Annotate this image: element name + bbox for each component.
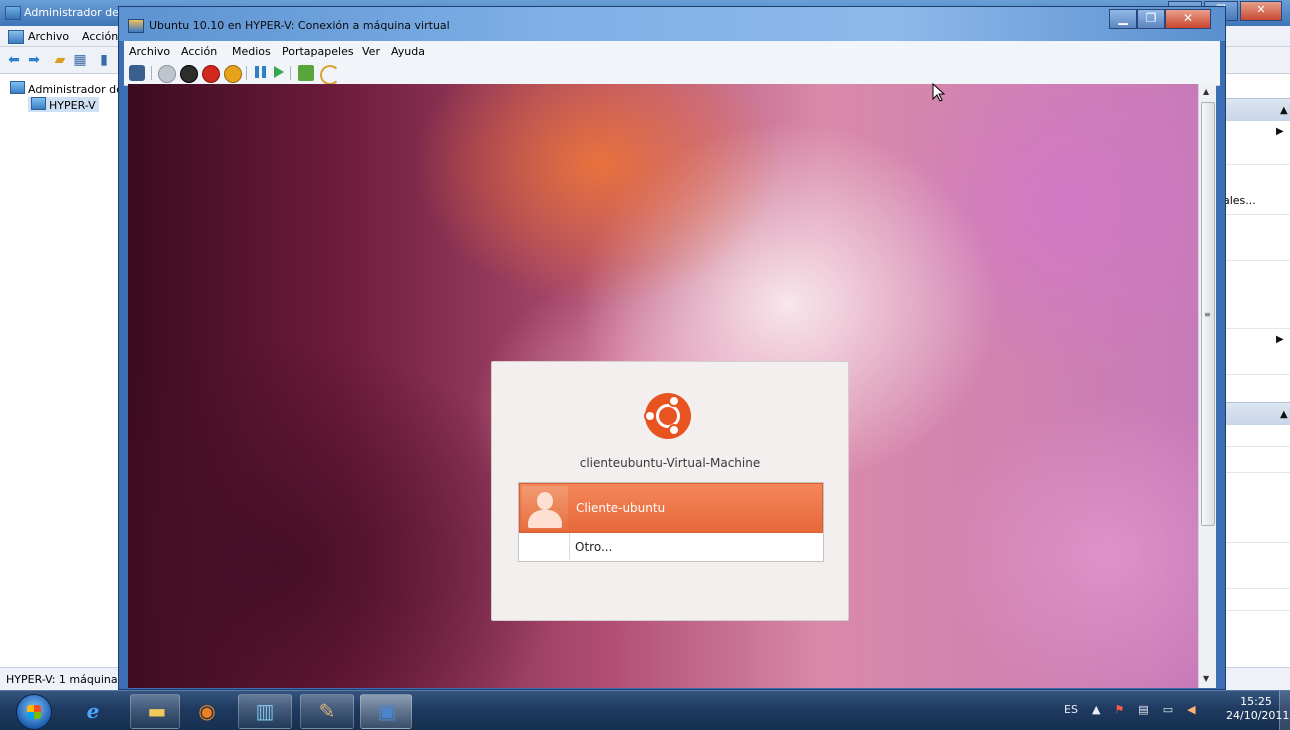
start-button[interactable] [16,694,52,730]
save-state-icon[interactable] [224,65,242,83]
taskbar-paint[interactable]: ✎ [300,694,354,729]
forward-arrow-icon[interactable]: ➡ [26,52,42,68]
vm-window-title: Ubuntu 10.10 en HYPER-V: Conexión a máqu… [149,19,450,32]
vm-menu-file[interactable]: Archivo [129,45,170,58]
volume-icon[interactable]: ◀ [1187,703,1195,719]
snapshot-icon[interactable] [298,65,314,81]
collapse-up-icon[interactable]: ▲ [1280,105,1288,116]
vm-menu-clipboard[interactable]: Portapapeles [282,45,354,58]
paint-icon: ✎ [318,699,336,723]
vm-connection-window: Ubuntu 10.10 en HYPER-V: Conexión a máqu… [118,6,1226,690]
scroll-down-icon[interactable]: ▼ [1203,674,1209,683]
network-icon[interactable]: ▤ [1138,703,1148,719]
console-tree: Administrador de Hyper-V HYPER-V [0,75,170,665]
start-icon[interactable] [158,65,176,83]
vm-connection-taskbar-icon: ▣ [377,699,397,723]
language-indicator[interactable]: ES [1064,703,1078,719]
help-icon[interactable]: ▮ [96,52,112,68]
login-panel: clienteubuntu-Virtual-Machine Cliente-ub… [491,361,849,621]
other-user-label: Otro... [575,540,613,554]
turn-off-icon[interactable] [180,65,198,83]
server-manager-icon: ▥ [255,699,275,723]
internet-explorer-icon: e [86,699,100,723]
up-folder-icon[interactable]: ▰ [52,52,68,68]
user-row-other[interactable]: Otro... [519,533,823,561]
scroll-up-icon[interactable]: ▲ [1203,87,1209,96]
pause-icon[interactable] [255,66,259,78]
clock-date: 24/10/2011 [1226,709,1290,722]
shut-down-icon[interactable] [202,65,220,83]
tree-server-label: HYPER-V [49,99,96,112]
action-center-icon[interactable]: ⚑ [1114,703,1124,719]
ubuntu-logo-icon [644,393,691,439]
show-hide-tree-icon[interactable]: ▦ [72,52,88,68]
server-icon [31,97,46,110]
media-player-icon: ◉ [198,699,216,723]
vm-desktop[interactable]: clienteubuntu-Virtual-Machine Cliente-ub… [128,84,1198,688]
mmc-close-button[interactable]: ✕ [1240,1,1282,21]
hyperv-manager-tree-icon [10,81,25,94]
revert-icon[interactable] [320,65,340,85]
vm-toolbar [124,61,1220,86]
system-tray: ES ▲ ⚑ ▤ ▭ ◀ [1064,703,1210,719]
taskbar-explorer[interactable]: ▬ [130,694,180,729]
taskbar-hyperv-manager[interactable]: ▥ [238,694,292,729]
ctrl-alt-del-icon[interactable] [129,65,145,81]
vm-vertical-scrollbar[interactable]: ▲ ≡ ▼ [1198,84,1216,688]
mmc-menu-action[interactable]: Acción [82,30,118,43]
user-avatar-icon [522,486,568,530]
mouse-cursor-icon [932,83,946,102]
user-name-label: Cliente-ubuntu [576,501,666,515]
user-row-cliente-ubuntu[interactable]: Cliente-ubuntu [519,483,823,533]
vm-maximize-button[interactable]: ❐ [1137,9,1165,29]
display-icon[interactable]: ▭ [1163,703,1173,719]
vm-menu-media[interactable]: Medios [232,45,271,58]
taskbar-vm-connection[interactable]: ▣ [360,694,412,729]
windows-logo-icon [27,705,41,719]
clock-time: 15:25 [1240,695,1272,708]
tree-item-hyperv-server[interactable]: HYPER-V [28,97,99,112]
vm-menu-view[interactable]: Ver [362,45,380,58]
submenu-arrow-icon-2[interactable]: ▶ [1276,334,1284,345]
vm-connection-icon [128,19,144,33]
taskbar-clock[interactable]: 15:25 24/10/2011 [1226,695,1290,723]
windows-taskbar: e ▬ ◉ ▥ ✎ ▣ ES ▲ ⚑ ▤ ▭ ◀ 15:25 24/10/201… [0,690,1290,730]
vm-menu-bar: Archivo Acción Medios Portapapeles Ver A… [124,41,1220,61]
hyperv-manager-icon [5,6,21,20]
collapse-up-icon-2[interactable]: ▲ [1280,409,1288,420]
show-desktop-button[interactable] [1279,691,1290,730]
submenu-arrow-icon[interactable]: ▶ [1276,126,1284,137]
machine-hostname: clienteubuntu-Virtual-Machine [579,456,761,470]
vm-close-button[interactable]: ✕ [1165,9,1211,29]
user-list: Cliente-ubuntu Otro... [518,482,824,562]
vm-minimize-button[interactable]: ▁ [1109,9,1137,29]
resume-icon[interactable] [274,66,284,78]
taskbar-media-player[interactable]: ◉ [180,694,230,729]
vm-title-bar[interactable]: Ubuntu 10.10 en HYPER-V: Conexión a máqu… [119,7,1225,41]
vm-menu-help[interactable]: Ayuda [391,45,425,58]
mmc-menu-file[interactable]: Archivo [28,30,69,43]
taskbar-internet-explorer[interactable]: e [66,694,120,729]
console-icon [8,30,24,44]
show-hidden-icons-icon[interactable]: ▲ [1092,703,1100,719]
back-arrow-icon[interactable]: ⬅ [6,52,22,68]
folder-icon: ▬ [147,699,167,723]
vm-menu-action[interactable]: Acción [181,45,217,58]
